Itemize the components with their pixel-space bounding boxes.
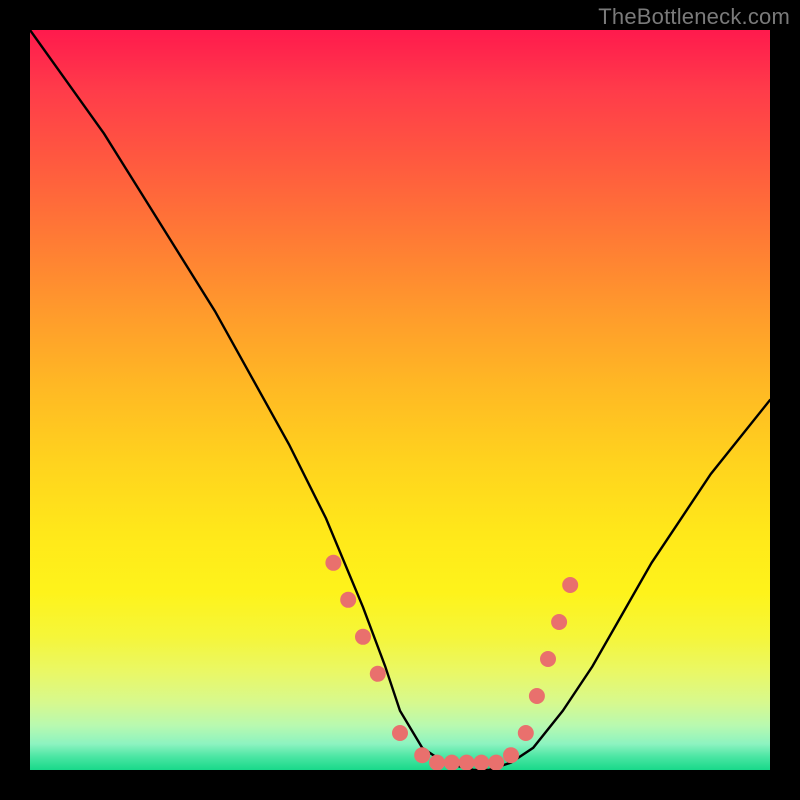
marker-dot [370,666,386,682]
marker-dot [562,577,578,593]
marker-dot [459,755,475,770]
marker-dot [518,725,534,741]
chart-plot-area [30,30,770,770]
marker-dot [551,614,567,630]
marker-dot [325,555,341,571]
marker-dot [444,755,460,770]
marker-dot [488,755,504,770]
chart-frame: TheBottleneck.com [0,0,800,800]
marker-dot [529,688,545,704]
marker-dot [392,725,408,741]
marker-dot [540,651,556,667]
marker-dot [355,629,371,645]
marker-dot [503,747,519,763]
marker-dot [414,747,430,763]
marker-dot [340,592,356,608]
marker-dot [429,755,445,770]
marker-dot [473,755,489,770]
bottleneck-curve [30,30,770,770]
watermark-text: TheBottleneck.com [598,4,790,30]
chart-overlay [30,30,770,770]
